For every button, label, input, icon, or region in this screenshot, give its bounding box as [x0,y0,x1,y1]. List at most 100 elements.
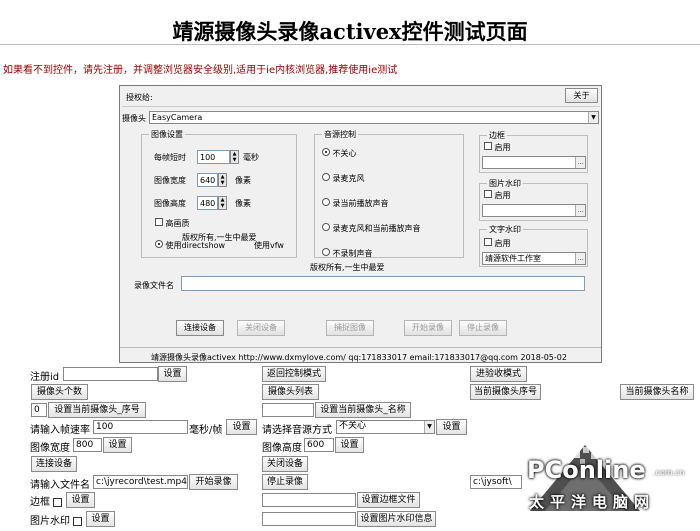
image-wm-form-option[interactable]: 图片水印 [30,512,83,527]
width-spinner[interactable]: ▲ ▼ [218,173,227,187]
capture-image-button[interactable]: 捕捉图像 [326,320,374,336]
form-connect-button[interactable]: 连接设备 [31,456,77,472]
border-form-checkbox[interactable] [53,497,63,507]
image-settings-title: 图像设置 [149,129,185,140]
form-stop-record-button[interactable]: 停止录像 [262,474,308,490]
border-enable-option[interactable]: 启用 [484,142,511,153]
ellipsis-icon[interactable]: … [575,253,585,264]
ellipsis-icon[interactable]: … [575,157,585,168]
fps-unit: 毫秒/帧 [189,425,223,436]
camera-index-input[interactable]: 0 [31,403,47,417]
audio-radio-2[interactable] [322,198,330,206]
audio-copyright: 版权所有,一生中最爱 [310,263,385,272]
image-watermark-checkbox[interactable] [484,190,492,198]
audio-option-3[interactable]: 录麦克风和当前播放声音 [322,223,421,234]
return-control-button[interactable]: 返回控制模式 [262,366,326,382]
control-footer: 靖源摄像头录像activex http://www.dxmylove.com/ … [151,353,567,362]
border-group: 边框 启用 … [479,130,588,173]
image-wm-form-checkbox[interactable] [73,516,83,526]
image-watermark-enable-option[interactable]: 启用 [484,190,511,201]
image-settings-group: 图像设置 每帧短时 100 ▲ ▼ 毫秒 图像宽度 640 ▲ ▼ 像素 图像高度 … [141,129,297,258]
image-wm-info-button[interactable]: 设置图片水印信息 [357,511,436,527]
set-name-button[interactable]: 设置当前摄像头_名称 [315,402,411,418]
about-button[interactable]: 关于 [565,88,598,103]
audio-source-select[interactable]: 不关心 ▼ [336,420,435,434]
register-button[interactable]: 设置 [158,366,187,382]
audio-radio-1[interactable] [322,173,330,181]
image-height-label: 图像高度 [262,443,302,454]
right-file-input[interactable]: c:\jysoft\ [470,475,522,489]
audio-option-2[interactable]: 录当前播放声音 [322,198,389,209]
form-start-record-button[interactable]: 开始录像 [189,474,238,490]
current-index-button[interactable]: 当前摄像头序号 [470,384,541,400]
interval-spinner[interactable]: ▲ ▼ [230,150,239,164]
filename-form-input[interactable]: c:\jyrecord\test.mp4 [93,475,188,489]
audio-source-value: 不关心 [339,421,367,431]
border-form-label: 边框 [30,497,50,508]
width-unit: 像素 [235,176,251,185]
filename-input[interactable] [181,276,585,291]
audio-radio-3[interactable] [322,223,330,231]
text-watermark-value: 靖源软件工作室 [485,254,541,263]
hd-option[interactable]: 高画质 [155,218,190,229]
camera-count-button[interactable]: 摄像头个数 [31,384,88,400]
audio-option-0[interactable]: 不关心 [322,148,357,159]
image-width-button[interactable]: 设置 [103,437,132,453]
stop-record-button[interactable]: 停止录像 [459,320,507,336]
chevron-down-icon[interactable]: ▼ [424,421,434,433]
image-watermark-enable-label: 启用 [494,191,511,200]
vfw-label: 使用vfw [254,241,284,250]
close-device-button[interactable]: 关闭设备 [237,320,285,336]
camera-list-button[interactable]: 摄像头列表 [262,384,319,400]
border-enable-checkbox[interactable] [484,142,492,150]
border-form-option[interactable]: 边框 [30,493,63,508]
register-input[interactable] [63,367,158,381]
set-index-button[interactable]: 设置当前摄像头_序号 [48,402,146,418]
width-input[interactable]: 640 [197,173,218,187]
height-spinner[interactable]: ▲ ▼ [218,196,227,210]
audio-option-4[interactable]: 不录制声音 [322,248,373,259]
ellipsis-icon[interactable]: … [575,205,585,216]
current-name-button[interactable]: 当前摄像头名称 [620,384,694,400]
image-height-input[interactable]: 600 [304,438,334,452]
image-width-input[interactable]: 800 [73,438,102,452]
audio-option-label-0: 不关心 [332,149,357,158]
start-record-button[interactable]: 开始录像 [404,320,452,336]
audio-source-button[interactable]: 设置 [436,419,467,435]
image-height-button[interactable]: 设置 [335,437,364,453]
fps-label: 请输入帧速率 [30,425,90,436]
engine-option[interactable]: 使用directshow [155,240,225,251]
hd-checkbox[interactable] [155,218,163,226]
register-label: 注册id [30,372,60,383]
border-file-button[interactable]: 设置边框文件 [357,492,420,508]
audio-radio-0[interactable] [322,148,330,156]
advanced-mode-button[interactable]: 进验收模式 [470,366,527,382]
interval-label: 每帧短时 [154,153,186,162]
text-watermark-group: 文字水印 启用 靖源软件工作室 … [479,224,588,267]
connect-device-button[interactable]: 连接设备 [176,320,224,336]
camera-name-input[interactable] [262,403,314,417]
auth-label: 授权给: [126,93,153,102]
border-select[interactable]: … [482,156,586,169]
border-title: 边框 [487,130,507,141]
form-close-button[interactable]: 关闭设备 [262,456,308,472]
image-wm-file-input[interactable] [262,512,356,526]
text-watermark-enable-option[interactable]: 启用 [484,238,511,249]
interval-input[interactable]: 100 [197,150,230,164]
audio-radio-4[interactable] [322,248,330,256]
fps-input[interactable]: 100 [93,420,188,434]
border-file-input[interactable] [262,493,356,507]
directshow-radio[interactable] [155,240,163,248]
border-form-button[interactable]: 设置 [66,492,95,508]
height-label: 图像高度 [154,199,186,208]
text-watermark-select[interactable]: 靖源软件工作室 … [482,252,586,265]
text-watermark-checkbox[interactable] [484,238,492,246]
camera-select[interactable]: EasyCamera ▼ [149,111,599,124]
image-wm-form-label: 图片水印 [30,516,70,527]
image-wm-form-button[interactable]: 设置 [86,511,115,527]
audio-option-1[interactable]: 录麦克风 [322,173,365,184]
height-input[interactable]: 480 [197,196,218,210]
fps-button[interactable]: 设置 [226,419,257,435]
image-watermark-select[interactable]: … [482,204,586,217]
chevron-down-icon[interactable]: ▼ [588,112,598,123]
